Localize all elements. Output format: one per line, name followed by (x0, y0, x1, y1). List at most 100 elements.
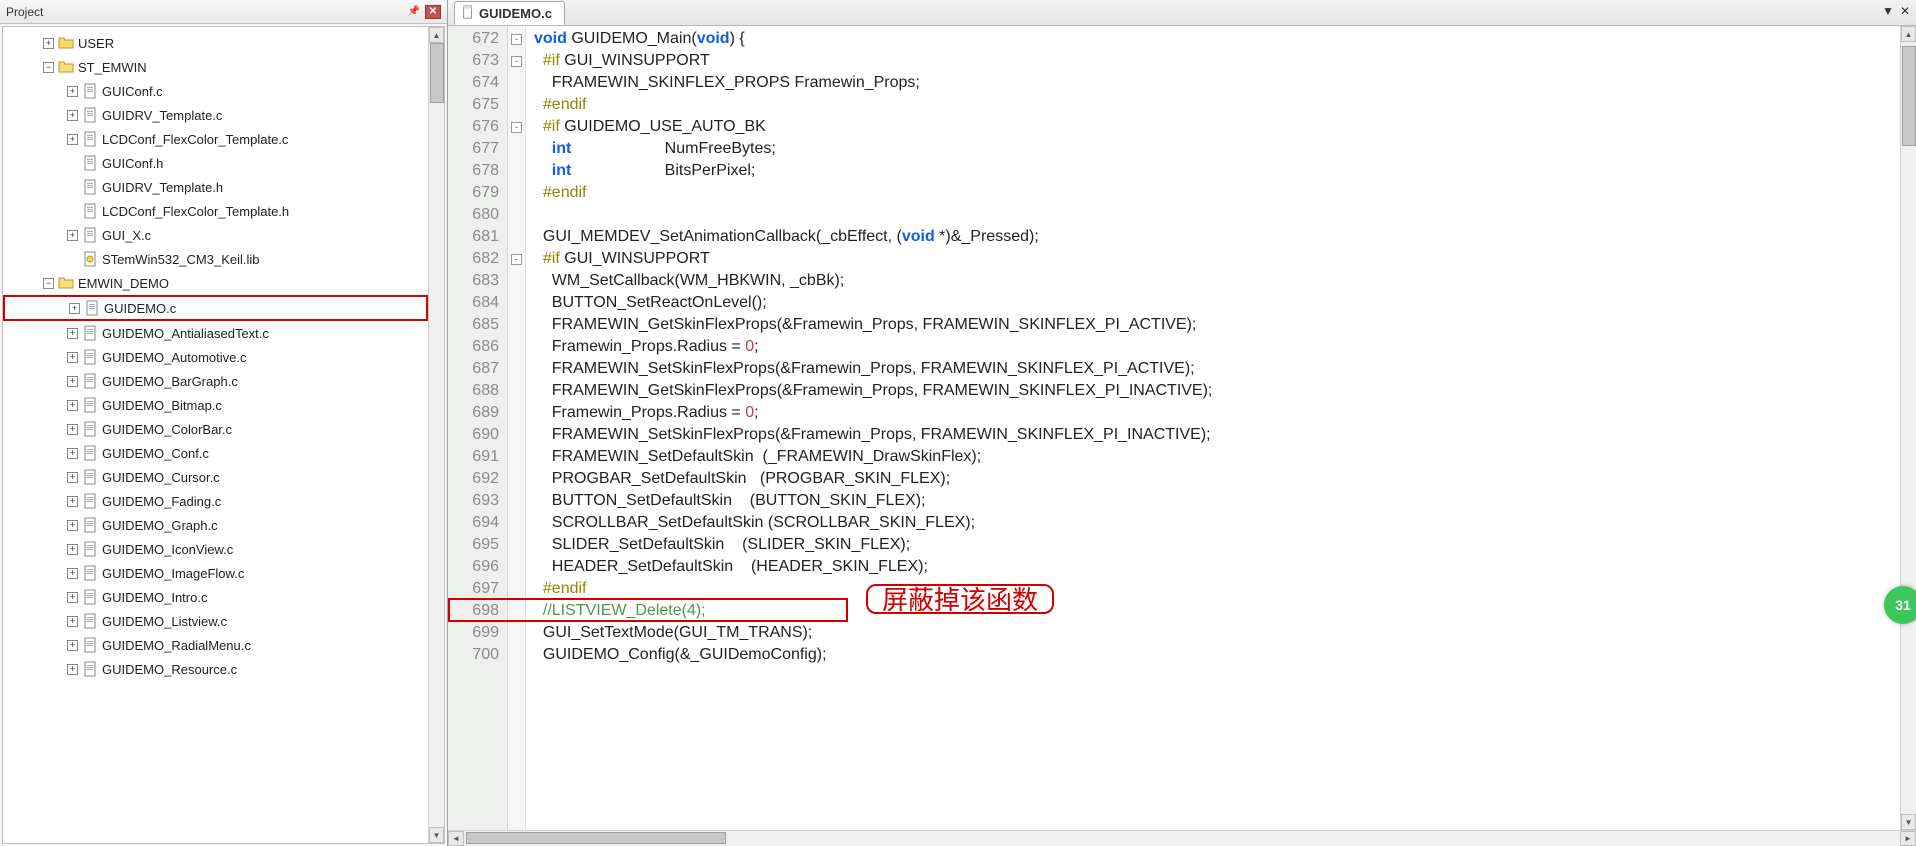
tree-file[interactable]: LCDConf_FlexColor_Template.h (3, 199, 428, 223)
fold-marker[interactable]: - (508, 116, 525, 138)
code-line[interactable]: #if GUI_WINSUPPORT (534, 50, 1900, 72)
scroll-down-icon[interactable]: ▼ (1901, 814, 1916, 830)
tree-file[interactable]: +GUIDEMO_AntialiasedText.c (3, 321, 428, 345)
tree-file[interactable]: +GUIDEMO_Intro.c (3, 585, 428, 609)
tree-toggle[interactable]: + (67, 592, 78, 603)
tree-file[interactable]: +GUIDEMO_Automotive.c (3, 345, 428, 369)
tree-folder[interactable]: −ST_EMWIN (3, 55, 428, 79)
code-line[interactable]: FRAMEWIN_SetDefaultSkin (_FRAMEWIN_DrawS… (534, 446, 1900, 468)
tree-toggle[interactable]: + (67, 328, 78, 339)
tree-toggle[interactable]: + (67, 424, 78, 435)
tree-toggle[interactable]: + (67, 86, 78, 97)
code-line[interactable]: #if GUIDEMO_USE_AUTO_BK (534, 116, 1900, 138)
code-line[interactable]: #endif (534, 578, 1900, 600)
tree-folder[interactable]: −EMWIN_DEMO (3, 271, 428, 295)
hscroll-thumb[interactable] (466, 832, 726, 844)
tree-file[interactable]: +GUIDEMO_ColorBar.c (3, 417, 428, 441)
scroll-down-icon[interactable]: ▼ (429, 827, 444, 843)
code-line[interactable]: Framewin_Props.Radius = 0; (534, 402, 1900, 424)
scroll-thumb[interactable] (1902, 46, 1916, 146)
project-tree[interactable]: +USER−ST_EMWIN+GUIConf.c+GUIDRV_Template… (3, 27, 428, 843)
project-tree-scrollbar[interactable]: ▲ ▼ (428, 27, 444, 843)
close-icon[interactable]: ✕ (425, 5, 441, 19)
code-line[interactable]: BUTTON_SetDefaultSkin (BUTTON_SKIN_FLEX)… (534, 490, 1900, 512)
tree-file[interactable]: +GUIDEMO_RadialMenu.c (3, 633, 428, 657)
tree-file[interactable]: GUIConf.h (3, 151, 428, 175)
code-line[interactable]: #endif (534, 182, 1900, 204)
fold-marker[interactable]: - (508, 50, 525, 72)
tree-toggle[interactable]: + (67, 448, 78, 459)
tree-file[interactable]: +GUIDEMO_Bitmap.c (3, 393, 428, 417)
scroll-up-icon[interactable]: ▲ (429, 27, 444, 43)
tree-file[interactable]: +GUIDEMO_Resource.c (3, 657, 428, 681)
code-line[interactable]: HEADER_SetDefaultSkin (HEADER_SKIN_FLEX)… (534, 556, 1900, 578)
tree-toggle[interactable]: + (67, 616, 78, 627)
tree-toggle[interactable]: + (43, 38, 54, 49)
tree-file[interactable]: +GUIDEMO_Cursor.c (3, 465, 428, 489)
code-line[interactable]: SCROLLBAR_SetDefaultSkin (SCROLLBAR_SKIN… (534, 512, 1900, 534)
tree-toggle[interactable]: + (67, 110, 78, 121)
tree-toggle[interactable]: + (67, 472, 78, 483)
tree-toggle[interactable]: + (67, 400, 78, 411)
fold-marker[interactable]: - (508, 28, 525, 50)
tree-toggle[interactable]: − (43, 278, 54, 289)
code-line[interactable]: //LISTVIEW_Delete(4); (534, 600, 1900, 622)
tree-folder[interactable]: +USER (3, 31, 428, 55)
tree-toggle[interactable]: + (67, 352, 78, 363)
tree-file[interactable]: +GUIDEMO_ImageFlow.c (3, 561, 428, 585)
tree-toggle[interactable]: + (67, 664, 78, 675)
tree-toggle[interactable]: + (67, 640, 78, 651)
tree-file[interactable]: GUIDRV_Template.h (3, 175, 428, 199)
tree-file[interactable]: +GUIConf.c (3, 79, 428, 103)
tree-file[interactable]: +GUIDEMO_IconView.c (3, 537, 428, 561)
code-line[interactable]: PROGBAR_SetDefaultSkin (PROGBAR_SKIN_FLE… (534, 468, 1900, 490)
tree-toggle[interactable]: + (67, 568, 78, 579)
code-line[interactable]: GUI_MEMDEV_SetAnimationCallback(_cbEffec… (534, 226, 1900, 248)
code-editor[interactable]: 6726736746756766776786796806816826836846… (448, 26, 1916, 830)
tree-toggle[interactable]: + (67, 134, 78, 145)
code-line[interactable]: #endif (534, 94, 1900, 116)
editor-horizontal-scrollbar[interactable]: ◄ ► (448, 830, 1916, 846)
tree-file[interactable]: +GUIDEMO_BarGraph.c (3, 369, 428, 393)
tree-file[interactable]: +GUIDEMO_Graph.c (3, 513, 428, 537)
tree-toggle[interactable]: + (67, 496, 78, 507)
tree-toggle[interactable]: + (67, 520, 78, 531)
tab-close-icon[interactable]: ✕ (1900, 4, 1910, 18)
code-line[interactable]: FRAMEWIN_GetSkinFlexProps(&Framewin_Prop… (534, 314, 1900, 336)
tree-toggle[interactable]: + (67, 230, 78, 241)
code-line[interactable]: Framewin_Props.Radius = 0; (534, 336, 1900, 358)
code-line[interactable]: FRAMEWIN_SetSkinFlexProps(&Framewin_Prop… (534, 424, 1900, 446)
code-line[interactable]: WM_SetCallback(WM_HBKWIN, _cbBk); (534, 270, 1900, 292)
code-line[interactable]: int NumFreeBytes; (534, 138, 1900, 160)
code-line[interactable]: GUIDEMO_Config(&_GUIDemoConfig); (534, 644, 1900, 666)
tree-file[interactable]: +GUIDEMO_Fading.c (3, 489, 428, 513)
tree-file[interactable]: +GUIDEMO_Conf.c (3, 441, 428, 465)
code-line[interactable]: FRAMEWIN_GetSkinFlexProps(&Framewin_Prop… (534, 380, 1900, 402)
code-content[interactable]: void GUIDEMO_Main(void) { #if GUI_WINSUP… (526, 26, 1900, 830)
code-line[interactable]: void GUIDEMO_Main(void) { (534, 28, 1900, 50)
floating-badge[interactable]: 31 (1884, 586, 1916, 624)
editor-vertical-scrollbar[interactable]: ▲ ▼ (1900, 26, 1916, 830)
code-line[interactable] (534, 204, 1900, 226)
tab-dropdown-icon[interactable]: ▼ (1882, 4, 1894, 18)
tree-toggle[interactable]: + (67, 376, 78, 387)
tree-file[interactable]: +LCDConf_FlexColor_Template.c (3, 127, 428, 151)
tree-toggle[interactable]: + (67, 544, 78, 555)
code-line[interactable]: SLIDER_SetDefaultSkin (SLIDER_SKIN_FLEX)… (534, 534, 1900, 556)
tree-toggle[interactable]: + (69, 303, 80, 314)
code-line[interactable]: BUTTON_SetReactOnLevel(); (534, 292, 1900, 314)
hscroll-track[interactable] (464, 831, 1900, 846)
code-line[interactable]: #if GUI_WINSUPPORT (534, 248, 1900, 270)
code-line[interactable]: FRAMEWIN_SKINFLEX_PROPS Framewin_Props; (534, 72, 1900, 94)
pin-icon[interactable]: 📌 (406, 5, 422, 19)
tree-file[interactable]: STemWin532_CM3_Keil.lib (3, 247, 428, 271)
tree-file[interactable]: +GUIDEMO_Listview.c (3, 609, 428, 633)
tree-toggle[interactable]: − (43, 62, 54, 73)
editor-tab-active[interactable]: GUIDEMO.c (454, 1, 565, 25)
fold-marker[interactable]: - (508, 248, 525, 270)
code-line[interactable]: FRAMEWIN_SetSkinFlexProps(&Framewin_Prop… (534, 358, 1900, 380)
code-line[interactable]: GUI_SetTextMode(GUI_TM_TRANS); (534, 622, 1900, 644)
tree-file[interactable]: +GUIDRV_Template.c (3, 103, 428, 127)
scroll-right-icon[interactable]: ► (1900, 831, 1916, 846)
code-line[interactable]: int BitsPerPixel; (534, 160, 1900, 182)
